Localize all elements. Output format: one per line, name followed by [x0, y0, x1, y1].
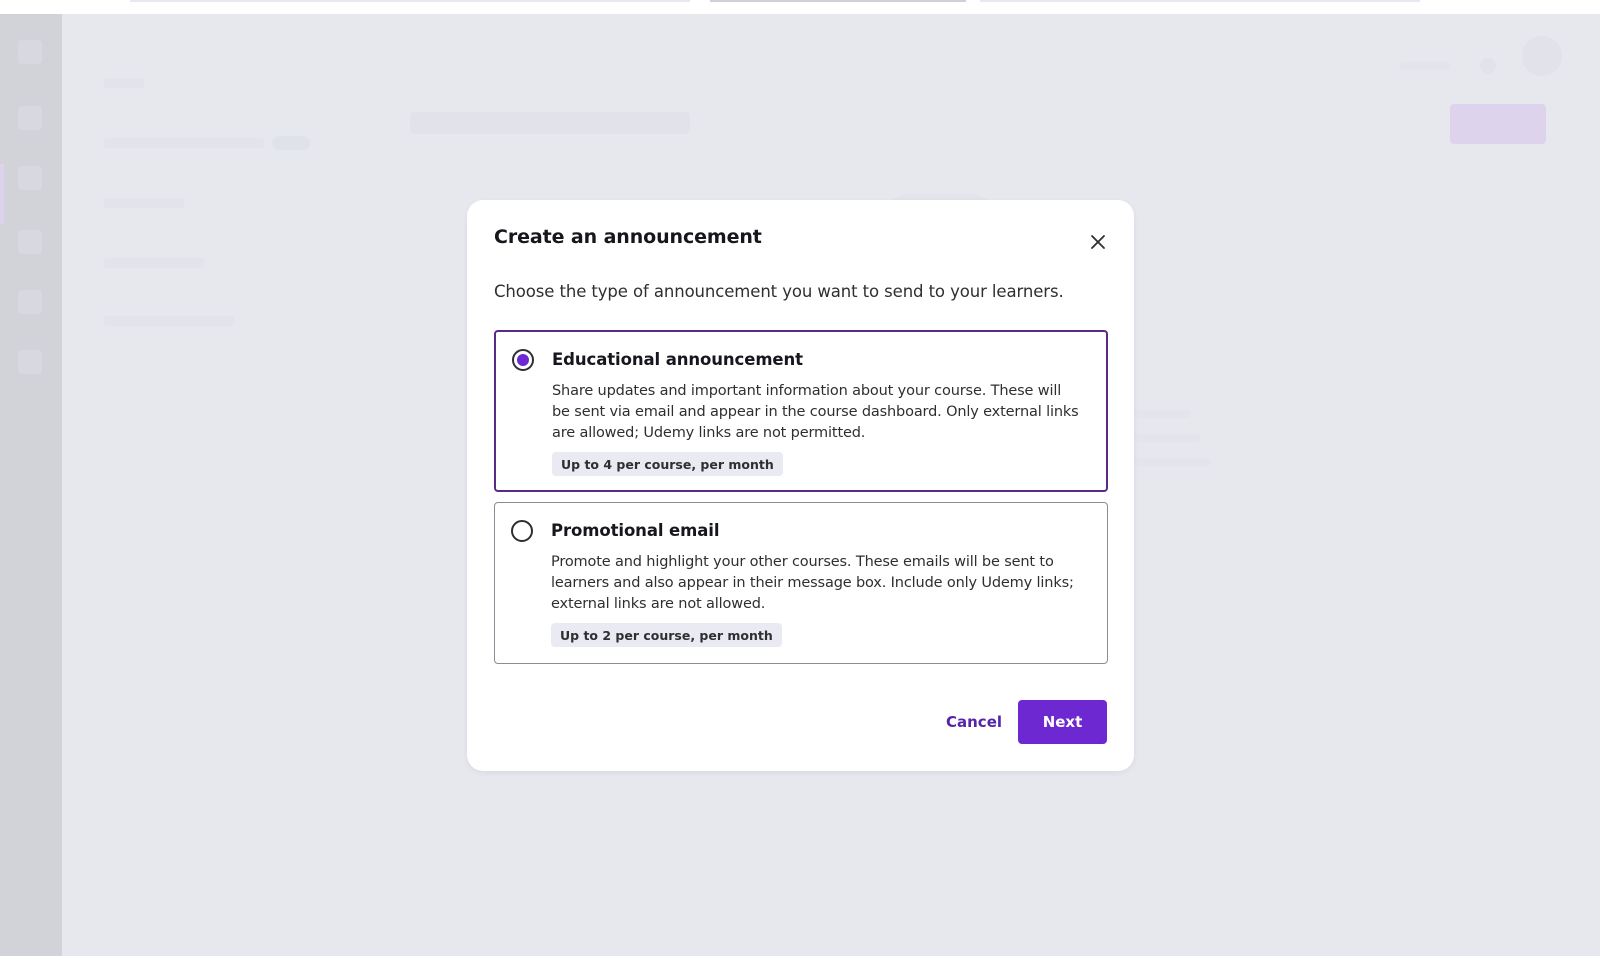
- modal-title: Create an announcement: [494, 226, 762, 248]
- tab-strip-active-segment: [710, 0, 966, 2]
- option-description: Share updates and important information …: [552, 383, 1079, 441]
- close-button[interactable]: [1084, 228, 1112, 256]
- option-title: Promotional email: [551, 521, 720, 540]
- option-description: Promote and highlight your other courses…: [551, 554, 1074, 612]
- tab-strip-segment: [980, 0, 1420, 2]
- tab-strip-segment: [130, 0, 690, 2]
- browser-tab-strip: [0, 0, 1600, 14]
- option-educational-announcement[interactable]: Educational announcement Share updates a…: [494, 330, 1108, 492]
- modal-description: Choose the type of announcement you want…: [494, 282, 1064, 301]
- limit-badge: Up to 4 per course, per month: [552, 452, 783, 476]
- promotional-radio[interactable]: [511, 520, 533, 542]
- option-promotional-email[interactable]: Promotional email Promote and highlight …: [494, 502, 1108, 664]
- create-announcement-modal: Create an announcement Choose the type o…: [467, 200, 1134, 771]
- cancel-button[interactable]: Cancel: [940, 700, 1008, 744]
- limit-badge: Up to 2 per course, per month: [551, 623, 782, 647]
- close-icon: [1091, 235, 1105, 249]
- option-title: Educational announcement: [552, 350, 803, 369]
- educational-radio[interactable]: [512, 349, 534, 371]
- radio-selected-dot: [517, 354, 529, 366]
- next-button[interactable]: Next: [1018, 700, 1107, 744]
